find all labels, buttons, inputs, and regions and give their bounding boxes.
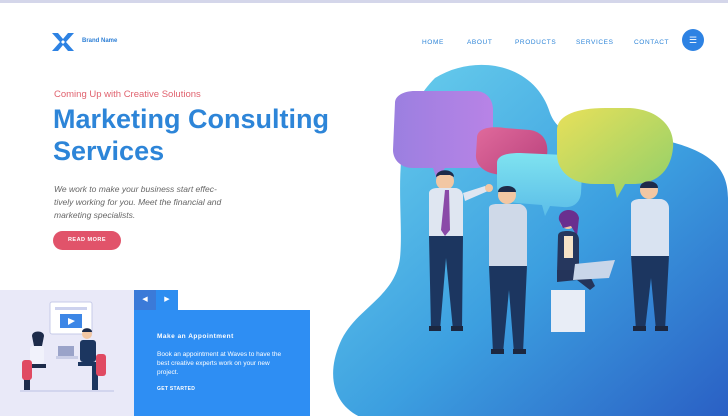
get-started-link[interactable]: GET STARTED xyxy=(157,386,195,392)
next-button[interactable]: ▶ xyxy=(156,290,178,310)
read-more-button[interactable]: READ MORE xyxy=(53,231,121,250)
nav-about[interactable]: ABOUT xyxy=(467,39,492,46)
appointment-text: Book an appointment at Waves to have the… xyxy=(157,351,282,376)
nav-products[interactable]: PRODUCTS xyxy=(515,39,556,46)
meeting-illustration xyxy=(20,301,114,392)
brand-name[interactable]: Brand Name xyxy=(82,38,117,44)
nav-services[interactable]: SERVICES xyxy=(576,39,614,46)
appointment-title: Make an Appointment xyxy=(157,333,234,340)
hero-title: Marketing Consulting Services xyxy=(53,104,329,166)
previous-button[interactable]: ◀ xyxy=(134,290,156,310)
page: Brand Name HOME ABOUT PRODUCTS SERVICES … xyxy=(0,0,728,416)
nav-home[interactable]: HOME xyxy=(422,39,444,46)
nav-contact[interactable]: CONTACT xyxy=(634,39,669,46)
appointment-illustration-panel xyxy=(0,290,134,416)
hero-illustration xyxy=(333,64,728,416)
hamburger-icon: ☰ xyxy=(688,35,698,45)
arrow-left-icon: ◀ xyxy=(142,296,148,303)
brand-logo-icon[interactable] xyxy=(52,33,74,51)
hero-description: We work to make your business start effe… xyxy=(54,184,222,220)
hero-tagline: Coming Up with Creative Solutions xyxy=(54,89,201,100)
menu-button[interactable]: ☰ xyxy=(682,29,704,51)
arrow-right-icon: ▶ xyxy=(164,296,170,303)
